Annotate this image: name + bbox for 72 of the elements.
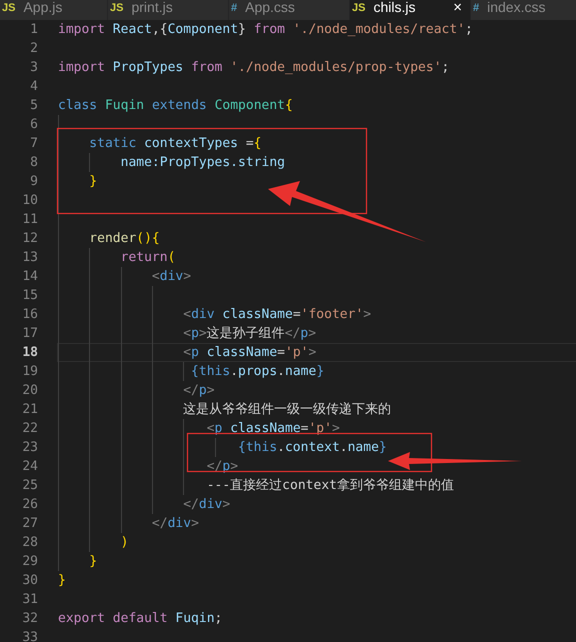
- code-line: 这是从爷爷组件一级一级传递下来的: [182, 402, 392, 417]
- tab-label: App.css: [245, 0, 295, 15]
- line-number: 3: [29, 59, 38, 77]
- line-number: 30: [21, 572, 38, 590]
- code-line: export default Fuqin;: [58, 611, 222, 626]
- tab-label: print.js: [131, 0, 173, 15]
- line-number: 26: [21, 496, 38, 514]
- code-line: ): [120, 535, 128, 550]
- line-number: 12: [21, 230, 38, 248]
- code-line: import React,{Component} from './node_modules/react';: [58, 22, 473, 37]
- line-number: 10: [21, 192, 38, 210]
- line-number: 11: [21, 211, 38, 229]
- file-type-icon: JS: [352, 1, 366, 16]
- file-type-icon: #: [231, 1, 238, 16]
- file-tab[interactable]: JS print.js: [108, 0, 229, 20]
- code-line: import PropTypes from './node_modules/prop-types';: [58, 60, 450, 75]
- code-line: ---直接经过context拿到爷爷组建中的值: [206, 478, 454, 493]
- tab-label: index.css: [487, 0, 546, 15]
- code-line: <p>这是孙子组件</p>: [182, 326, 316, 341]
- line-number: 13: [21, 249, 38, 267]
- code-line: </div>: [182, 497, 230, 512]
- file-type-icon: JS: [110, 1, 124, 16]
- code-line: class Fuqin extends Component{: [58, 98, 293, 113]
- file-tab[interactable]: JS chils.js ×: [350, 0, 471, 20]
- code-line: render(){: [88, 231, 160, 246]
- line-number: 32: [21, 610, 38, 628]
- line-number: 1: [29, 21, 38, 39]
- line-number: 7: [29, 135, 38, 153]
- code-line: {this.context.name}: [237, 440, 387, 455]
- line-number: 14: [21, 268, 38, 286]
- line-number: 18: [21, 344, 38, 362]
- close-button[interactable]: ×: [453, 0, 462, 15]
- code-line: {this.props.name}: [190, 364, 324, 379]
- line-number: 15: [21, 287, 38, 305]
- line-number: 24: [21, 458, 38, 476]
- code-line: </p>: [182, 383, 215, 398]
- code-line: <div className='footer'>: [182, 307, 372, 322]
- code-line: <p className='p'>: [182, 345, 316, 360]
- code-line: </div>: [150, 516, 199, 531]
- code-line: <div>: [150, 269, 192, 284]
- line-number: 31: [21, 591, 38, 609]
- line-number: 23: [21, 439, 38, 457]
- line-number: 5: [29, 97, 38, 115]
- code-line: name:PropTypes.string: [120, 155, 285, 170]
- line-number: 20: [21, 382, 38, 400]
- line-number: 28: [21, 534, 38, 552]
- line-number: 33: [21, 629, 38, 642]
- line-number: 4: [29, 78, 38, 96]
- file-type-icon: JS: [2, 1, 16, 16]
- file-tab[interactable]: JS App.js: [0, 0, 108, 20]
- code-line: static contextTypes ={: [88, 136, 262, 151]
- line-number: 29: [21, 553, 38, 571]
- line-number: 27: [21, 515, 38, 533]
- line-number: 2: [29, 40, 38, 58]
- line-number: 8: [29, 154, 38, 172]
- tab-label: App.js: [23, 0, 62, 15]
- code-line: }: [58, 573, 66, 588]
- code-line: }: [88, 554, 98, 569]
- line-number: 16: [21, 306, 38, 324]
- line-number: 21: [21, 401, 38, 419]
- line-number: 6: [29, 116, 38, 134]
- file-tab[interactable]: # index.css: [471, 0, 576, 20]
- line-number: 22: [21, 420, 38, 438]
- line-number: 17: [21, 325, 38, 343]
- code-line: return(: [120, 250, 176, 265]
- file-type-icon: #: [473, 1, 480, 16]
- line-number: 25: [21, 477, 38, 495]
- tab-label: chils.js: [373, 0, 416, 15]
- file-tab[interactable]: # App.css: [229, 0, 350, 20]
- line-number: 19: [21, 363, 38, 381]
- code-line: }: [88, 174, 98, 189]
- line-number: 9: [29, 173, 38, 191]
